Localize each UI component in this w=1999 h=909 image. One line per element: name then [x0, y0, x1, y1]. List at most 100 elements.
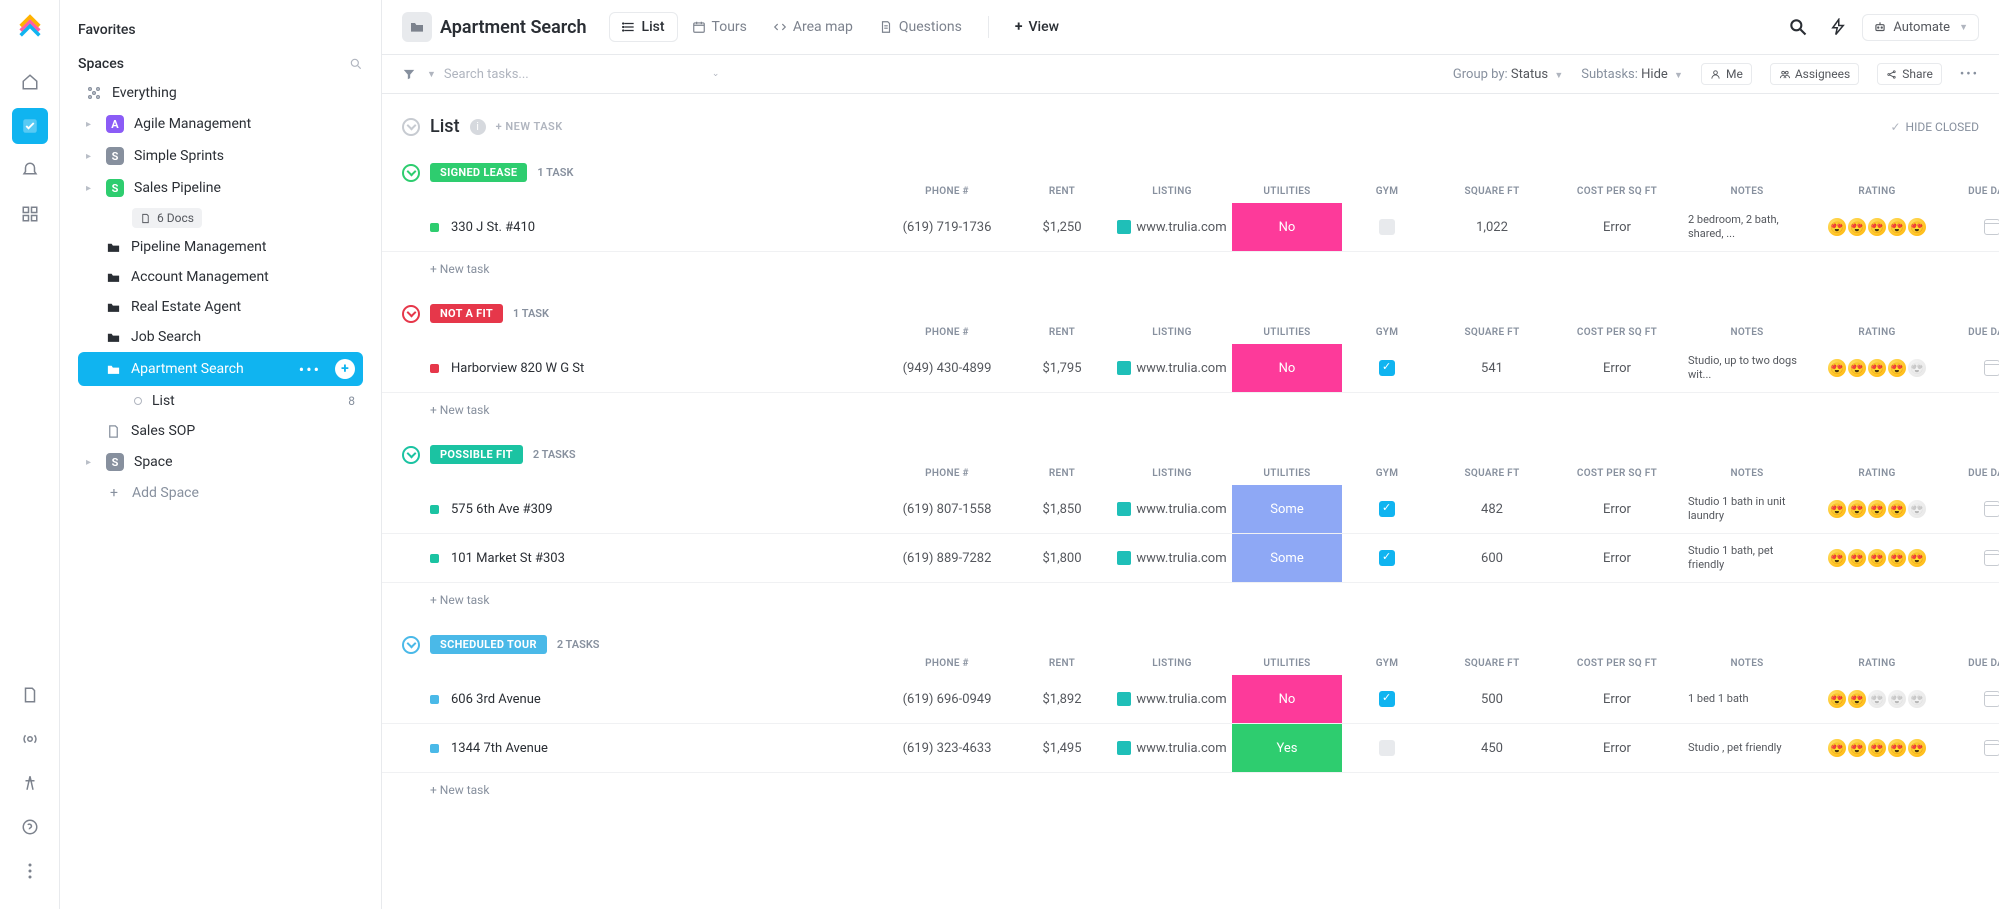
gym-cell[interactable] — [1342, 691, 1432, 707]
column-header[interactable]: NOTES — [1682, 186, 1812, 197]
sidebar-folder-active[interactable]: Apartment Search•••+ — [78, 352, 363, 386]
hide-closed-toggle[interactable]: ✓HIDE CLOSED — [1890, 120, 1979, 134]
sqft-cell[interactable]: 450 — [1432, 741, 1552, 756]
rating-cell[interactable]: 😍😍😍😍😍 — [1812, 218, 1942, 236]
column-header[interactable]: DUE DATE — [1942, 186, 1999, 197]
due-date-cell[interactable] — [1942, 219, 1999, 235]
sidebar-folder[interactable]: Real Estate Agent — [78, 292, 363, 322]
bolt-icon[interactable] — [1826, 15, 1850, 39]
notes-cell[interactable]: Studio , pet friendly — [1682, 737, 1812, 759]
checkbox[interactable] — [1379, 501, 1395, 517]
column-header[interactable]: COST PER SQ FT — [1552, 658, 1682, 669]
column-header[interactable]: SQUARE FT — [1432, 468, 1552, 479]
column-header[interactable]: RATING — [1812, 658, 1942, 669]
cost-cell[interactable]: Error — [1552, 692, 1682, 707]
column-header[interactable]: DUE DATE — [1942, 658, 1999, 669]
due-date-cell[interactable] — [1942, 740, 1999, 756]
add-view-button[interactable]: +View — [1003, 13, 1071, 41]
column-header[interactable]: PHONE # — [882, 468, 1012, 479]
rail-docs-icon[interactable] — [12, 677, 48, 713]
sidebar-list-item[interactable]: List8 — [78, 386, 363, 416]
rent-cell[interactable]: $1,495 — [1012, 741, 1112, 756]
listing-cell[interactable]: www.trulia.com — [1112, 551, 1232, 566]
column-header[interactable]: DUE DATE — [1942, 468, 1999, 479]
sqft-cell[interactable]: 500 — [1432, 692, 1552, 707]
me-filter[interactable]: Me — [1701, 63, 1752, 85]
checkbox[interactable] — [1379, 550, 1395, 566]
search-icon[interactable] — [1786, 15, 1810, 39]
utilities-cell[interactable]: Yes — [1232, 724, 1342, 772]
column-header[interactable]: GYM — [1342, 327, 1432, 338]
task-row[interactable]: Harborview 820 W G St (949) 430-4899 $1,… — [382, 344, 1999, 393]
assignees-filter[interactable]: Assignees — [1770, 63, 1859, 85]
column-header[interactable]: NOTES — [1682, 327, 1812, 338]
column-header[interactable]: RENT — [1012, 658, 1112, 669]
sidebar-space[interactable]: ▸SSales Pipeline — [78, 172, 363, 204]
listing-cell[interactable]: www.trulia.com — [1112, 741, 1232, 756]
status-dot[interactable] — [430, 505, 439, 514]
sidebar-everything[interactable]: Everything — [78, 78, 363, 108]
column-header[interactable]: LISTING — [1112, 468, 1232, 479]
column-header[interactable]: UTILITIES — [1232, 186, 1342, 197]
utilities-cell[interactable]: Some — [1232, 534, 1342, 582]
sqft-cell[interactable]: 1,022 — [1432, 220, 1552, 235]
rail-pulse-icon[interactable] — [12, 721, 48, 757]
favorites-heading[interactable]: Favorites — [78, 16, 363, 44]
cost-cell[interactable]: Error — [1552, 502, 1682, 517]
task-row[interactable]: 330 J St. #410 (619) 719-1736 $1,250 www… — [382, 203, 1999, 252]
column-header[interactable]: PHONE # — [882, 658, 1012, 669]
column-header[interactable]: SQUARE FT — [1432, 327, 1552, 338]
gym-cell[interactable] — [1342, 501, 1432, 517]
task-name[interactable]: Harborview 820 W G St — [451, 361, 584, 376]
column-header[interactable]: RENT — [1012, 186, 1112, 197]
rail-goals-icon[interactable] — [12, 765, 48, 801]
rent-cell[interactable]: $1,892 — [1012, 692, 1112, 707]
docs-pill[interactable]: 6 Docs — [132, 208, 202, 228]
rating-cell[interactable]: 😍😍😍😍😍 — [1812, 690, 1942, 708]
new-task-button[interactable]: + New task — [382, 252, 1999, 286]
rail-notifications-icon[interactable] — [12, 152, 48, 188]
rating-cell[interactable]: 😍😍😍😍😍 — [1812, 549, 1942, 567]
sidebar-space[interactable]: ▸AAgile Management — [78, 108, 363, 140]
task-name[interactable]: 1344 7th Avenue — [451, 741, 548, 756]
new-task-button[interactable]: + New task — [382, 773, 1999, 807]
rail-more-icon[interactable] — [12, 853, 48, 889]
sidebar-doc[interactable]: Sales SOP — [78, 416, 363, 446]
chevron-down-icon[interactable]: ⌄ — [712, 69, 720, 79]
phone-cell[interactable]: (619) 696-0949 — [882, 692, 1012, 707]
phone-cell[interactable]: (619) 889-7282 — [882, 551, 1012, 566]
column-header[interactable]: LISTING — [1112, 658, 1232, 669]
status-dot[interactable] — [430, 695, 439, 704]
sqft-cell[interactable]: 482 — [1432, 502, 1552, 517]
notes-cell[interactable]: 2 bedroom, 2 bath, shared, ... — [1682, 209, 1812, 246]
utilities-cell[interactable]: No — [1232, 675, 1342, 723]
column-header[interactable]: LISTING — [1112, 327, 1232, 338]
group-collapse-icon[interactable] — [402, 636, 420, 654]
new-task-link[interactable]: + NEW TASK — [496, 120, 563, 133]
status-tag[interactable]: NOT A FIT — [430, 304, 503, 323]
group-collapse-icon[interactable] — [402, 305, 420, 323]
status-dot[interactable] — [430, 554, 439, 563]
task-row[interactable]: 1344 7th Avenue (619) 323-4633 $1,495 ww… — [382, 724, 1999, 773]
app-logo[interactable] — [16, 12, 44, 40]
info-icon[interactable]: i — [470, 119, 486, 135]
listing-cell[interactable]: www.trulia.com — [1112, 502, 1232, 517]
task-name[interactable]: 101 Market St #303 — [451, 551, 565, 566]
gym-cell[interactable] — [1342, 740, 1432, 756]
phone-cell[interactable]: (949) 430-4899 — [882, 361, 1012, 376]
column-header[interactable]: PHONE # — [882, 186, 1012, 197]
column-header[interactable]: SQUARE FT — [1432, 186, 1552, 197]
status-dot[interactable] — [430, 744, 439, 753]
column-header[interactable]: COST PER SQ FT — [1552, 468, 1682, 479]
gym-cell[interactable] — [1342, 360, 1432, 376]
checkbox[interactable] — [1379, 360, 1395, 376]
status-dot[interactable] — [430, 223, 439, 232]
listing-cell[interactable]: www.trulia.com — [1112, 220, 1232, 235]
gym-cell[interactable] — [1342, 550, 1432, 566]
column-header[interactable]: SQUARE FT — [1432, 658, 1552, 669]
subtasks-toggle[interactable]: Subtasks: Hide ▼ — [1581, 67, 1683, 82]
gym-cell[interactable] — [1342, 219, 1432, 235]
new-task-button[interactable]: + New task — [382, 583, 1999, 617]
status-tag[interactable]: SCHEDULED TOUR — [430, 635, 547, 654]
column-header[interactable]: RATING — [1812, 468, 1942, 479]
